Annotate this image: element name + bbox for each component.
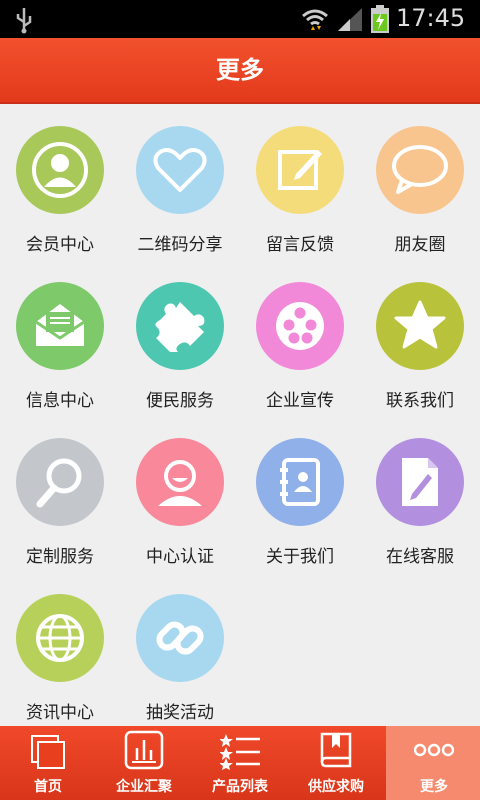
tab-product-list[interactable]: 产品列表	[192, 726, 288, 800]
menu-item-center-certification[interactable]: 中心认证	[120, 416, 240, 572]
address-book-icon	[256, 438, 344, 526]
link-icon	[136, 594, 224, 682]
menu-item-label: 关于我们	[266, 547, 334, 567]
menu-item-lottery[interactable]: 抽奖活动	[120, 572, 240, 728]
signal-icon	[338, 8, 362, 31]
menu-item-label: 朋友圈	[394, 235, 446, 255]
menu-item-feedback[interactable]: 留言反馈	[240, 104, 360, 260]
wifi-icon	[302, 9, 328, 30]
menu-item-label: 在线客服	[386, 547, 454, 567]
menu-item-label: 二维码分享	[137, 235, 223, 255]
battery-icon	[371, 5, 389, 33]
list-stars-icon	[220, 734, 260, 770]
status-bar: 17:45	[0, 0, 480, 38]
film-reel-icon	[256, 282, 344, 370]
tab-home[interactable]: 首页	[0, 726, 96, 800]
status-time: 17:45	[396, 4, 466, 32]
menu-item-member-center[interactable]: 会员中心	[0, 104, 120, 260]
envelope-icon	[16, 282, 104, 370]
tab-label: 首页	[34, 779, 62, 795]
menu-item-label: 企业宣传	[266, 391, 334, 411]
menu-item-online-service[interactable]: 在线客服	[360, 416, 480, 572]
more-dots-icon	[414, 743, 454, 757]
speech-bubble-icon	[376, 126, 464, 214]
tab-label: 企业汇聚	[116, 779, 172, 795]
menu-item-news-center[interactable]: 资讯中心	[0, 572, 120, 728]
puzzle-icon	[136, 282, 224, 370]
more-grid: 会员中心 二维码分享 留言反馈 朋友圈 信息中心 便民服务 企业宣传 联系我们 …	[0, 104, 480, 726]
tab-more[interactable]: 更多	[386, 726, 480, 800]
page-title: 更多	[0, 38, 480, 104]
menu-item-custom-service[interactable]: 定制服务	[0, 416, 120, 572]
heart-icon	[136, 126, 224, 214]
menu-item-enterprise-promotion[interactable]: 企业宣传	[240, 260, 360, 416]
bar-chart-icon	[124, 730, 164, 770]
user-icon	[16, 126, 104, 214]
document-edit-icon	[376, 438, 464, 526]
menu-item-label: 中心认证	[146, 547, 214, 567]
menu-item-label: 会员中心	[26, 235, 94, 255]
tab-supply-purchase[interactable]: 供应求购	[288, 726, 384, 800]
tab-label: 供应求购	[308, 779, 364, 795]
menu-item-about-us[interactable]: 关于我们	[240, 416, 360, 572]
menu-item-convenience-service[interactable]: 便民服务	[120, 260, 240, 416]
magnifier-icon	[16, 438, 104, 526]
star-icon	[376, 282, 464, 370]
bottom-tab-bar: 首页 企业汇聚 产品列表 供应求购 更多	[0, 726, 480, 800]
menu-item-message-center[interactable]: 信息中心	[0, 260, 120, 416]
menu-item-qr-share[interactable]: 二维码分享	[120, 104, 240, 260]
menu-item-contact-us[interactable]: 联系我们	[360, 260, 480, 416]
smiley-user-icon	[136, 438, 224, 526]
menu-item-label: 联系我们	[386, 391, 454, 411]
menu-item-label: 便民服务	[146, 391, 214, 411]
menu-item-moments[interactable]: 朋友圈	[360, 104, 480, 260]
menu-item-label: 留言反馈	[266, 235, 334, 255]
tab-label: 更多	[420, 779, 448, 795]
usb-icon	[16, 8, 32, 34]
tab-enterprise-gather[interactable]: 企业汇聚	[96, 726, 192, 800]
menu-item-label: 定制服务	[26, 547, 94, 567]
globe-icon	[16, 594, 104, 682]
menu-item-label: 信息中心	[26, 391, 94, 411]
tab-label: 产品列表	[212, 779, 268, 795]
menu-item-label: 资讯中心	[26, 703, 94, 723]
menu-item-label: 抽奖活动	[146, 703, 214, 723]
note-edit-icon	[256, 126, 344, 214]
book-icon	[320, 732, 352, 768]
home-pages-icon	[31, 735, 65, 769]
